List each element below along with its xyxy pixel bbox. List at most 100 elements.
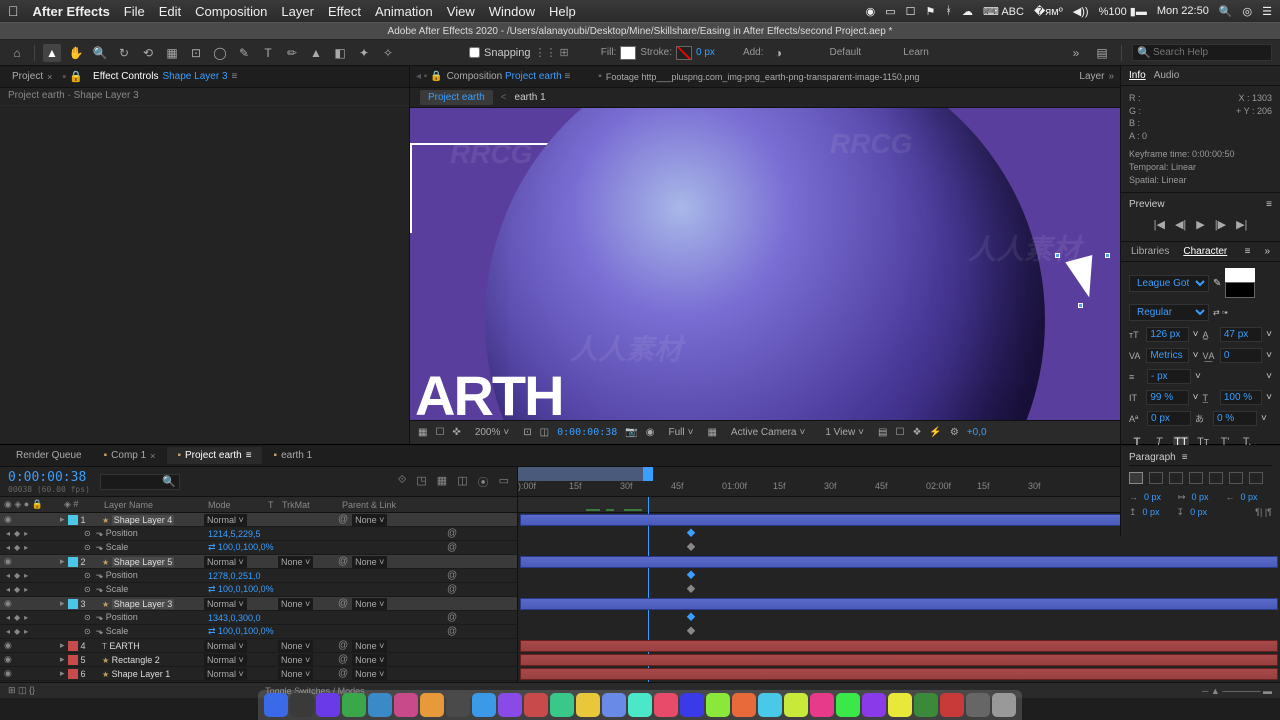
fill-swatch[interactable] bbox=[620, 46, 636, 60]
dock-app-icon[interactable] bbox=[264, 693, 288, 717]
rotate-tool-icon[interactable]: ⟲ bbox=[139, 44, 157, 62]
view-opt2-icon[interactable]: ☐ bbox=[895, 427, 904, 438]
align-center-button[interactable] bbox=[1149, 472, 1163, 484]
dock-app-icon[interactable] bbox=[992, 693, 1016, 717]
region-icon[interactable]: ◫ bbox=[540, 427, 549, 438]
dock-app-icon[interactable] bbox=[602, 693, 626, 717]
col-layer-name[interactable]: Layer Name bbox=[100, 500, 204, 510]
dock-app-icon[interactable] bbox=[498, 693, 522, 717]
snapping-toggle[interactable]: Snapping ⋮⋮ ⊞ bbox=[469, 46, 569, 59]
first-line[interactable]: 0 px bbox=[1192, 492, 1220, 503]
eyedropper-icon[interactable]: ✎ bbox=[1213, 278, 1221, 289]
dock-app-icon[interactable] bbox=[784, 693, 808, 717]
arrow-shape-1[interactable] bbox=[1065, 255, 1102, 301]
font-size-input[interactable]: 126 px bbox=[1146, 327, 1188, 342]
zoom-tool-icon[interactable]: 🔍 bbox=[91, 44, 109, 62]
view-opt5-icon[interactable]: ⚙ bbox=[950, 427, 959, 438]
tl-comp-icon[interactable]: ◳ bbox=[416, 474, 426, 490]
dock-app-icon[interactable] bbox=[550, 693, 574, 717]
layer-duration-bar[interactable] bbox=[520, 640, 1278, 652]
para-dir-icon[interactable]: ¶| |¶ bbox=[1255, 507, 1272, 518]
dock-app-icon[interactable] bbox=[446, 693, 470, 717]
dock-app-icon[interactable] bbox=[862, 693, 886, 717]
menu-view[interactable]: View bbox=[447, 4, 475, 19]
dock-app-icon[interactable] bbox=[290, 693, 314, 717]
status-camera-icon[interactable]: ◉ bbox=[866, 5, 876, 18]
breadcrumb-earth1[interactable]: earth 1 bbox=[515, 92, 546, 103]
preview-first-icon[interactable]: |◀ bbox=[1154, 218, 1165, 231]
workspace-default[interactable]: Default bbox=[830, 47, 862, 58]
layer-row[interactable]: ◉ ▸3 ★ Shape Layer 3 Normal ˅ None ˅ @No… bbox=[0, 597, 517, 611]
clone-tool-icon[interactable]: ▲ bbox=[307, 44, 325, 62]
indent-right[interactable]: 0 px bbox=[1241, 492, 1269, 503]
preview-menu-icon[interactable]: ≡ bbox=[1266, 199, 1272, 210]
font-color-swatch[interactable] bbox=[1225, 268, 1255, 298]
tab-libraries[interactable]: Libraries bbox=[1131, 246, 1169, 257]
tl-mb-icon[interactable]: ⦿ bbox=[478, 474, 489, 490]
status-siri-icon[interactable]: ◎ bbox=[1243, 5, 1253, 18]
dock-app-icon[interactable] bbox=[342, 693, 366, 717]
status-datetime[interactable]: Mon 22:50 bbox=[1157, 5, 1209, 17]
workspace-learn[interactable]: Learn bbox=[903, 47, 929, 58]
col-parent[interactable]: Parent & Link bbox=[338, 500, 418, 510]
preview-play-icon[interactable]: ▶ bbox=[1196, 218, 1204, 231]
dock-app-icon[interactable] bbox=[316, 693, 340, 717]
justify-center-button[interactable] bbox=[1209, 472, 1223, 484]
align-left-button[interactable] bbox=[1129, 472, 1143, 484]
status-screen-icon[interactable]: ▭ bbox=[885, 5, 895, 18]
ruler-icon[interactable]: ✜ bbox=[452, 427, 460, 438]
layer-row[interactable]: ◉ ▸1 ★ Shape Layer 4 Normal ˅ @None ˅ bbox=[0, 513, 517, 527]
dock-app-icon[interactable] bbox=[914, 693, 938, 717]
swap-colors-icon[interactable]: ⇄ ▫▪ bbox=[1213, 308, 1228, 317]
col-mode[interactable]: Mode bbox=[204, 500, 264, 510]
selection-tool-icon[interactable]: ▲ bbox=[43, 44, 61, 62]
layer-row[interactable]: ◉ ▸2 ★ Shape Layer 5 Normal ˅ None ˅ @No… bbox=[0, 555, 517, 569]
menu-help[interactable]: Help bbox=[549, 4, 576, 19]
dock-app-icon[interactable] bbox=[368, 693, 392, 717]
camera-select[interactable]: Active Camera ˅ bbox=[725, 426, 811, 439]
brush-tool-icon[interactable]: ✏ bbox=[283, 44, 301, 62]
view-count-select[interactable]: 1 View ˅ bbox=[819, 426, 870, 439]
macos-dock[interactable] bbox=[258, 690, 1022, 720]
tab-audio[interactable]: Audio bbox=[1154, 70, 1180, 81]
sel-handle[interactable] bbox=[1078, 303, 1083, 308]
view-opt3-icon[interactable]: ❖ bbox=[912, 427, 921, 438]
shape-tool-icon[interactable]: ◯ bbox=[211, 44, 229, 62]
property-row[interactable]: ◂◆▸ ⊙ ⬎ Scale ⇄ 100,0,100,0% @ bbox=[0, 625, 517, 639]
tab-comp1[interactable]: ▪Comp 1× bbox=[94, 447, 166, 464]
camera-tool-icon[interactable]: ▦ bbox=[163, 44, 181, 62]
dock-app-icon[interactable] bbox=[420, 693, 444, 717]
layer-row[interactable]: ◉ ▸6 ★ Shape Layer 1 Normal ˅ None ˅ @No… bbox=[0, 667, 517, 681]
menu-animation[interactable]: Animation bbox=[375, 4, 433, 19]
preview-next-icon[interactable]: |▶ bbox=[1215, 218, 1226, 231]
tab-project[interactable]: Project× bbox=[4, 68, 60, 85]
snapshot-icon[interactable]: 📷 bbox=[625, 427, 637, 438]
dock-app-icon[interactable] bbox=[810, 693, 834, 717]
tab-project-earth[interactable]: ▪Project earth≡ bbox=[167, 447, 261, 464]
pan-behind-tool-icon[interactable]: ⊡ bbox=[187, 44, 205, 62]
property-row[interactable]: ◂◆▸ ⊙ ⬎ Position 1343,0,300,0 @ bbox=[0, 611, 517, 625]
kerning-input[interactable]: Metrics bbox=[1146, 348, 1188, 363]
font-family-select[interactable]: League Gothic bbox=[1129, 275, 1209, 292]
resolution-select[interactable]: Full ˅ bbox=[662, 426, 699, 439]
baseline-input[interactable]: 0 px bbox=[1147, 411, 1191, 426]
current-time[interactable]: 0:00:00:38 bbox=[557, 427, 617, 438]
footage-tab[interactable]: Footage http___pluspng.com_img-png_earth… bbox=[606, 72, 920, 82]
status-input-lang[interactable]: ABC bbox=[1001, 6, 1024, 18]
workspace-menu-icon[interactable]: ▤ bbox=[1093, 44, 1111, 62]
space-after[interactable]: 0 px bbox=[1190, 507, 1218, 518]
dock-app-icon[interactable] bbox=[524, 693, 548, 717]
apple-menu-icon[interactable]:  bbox=[8, 3, 19, 19]
hand-tool-icon[interactable]: ✋ bbox=[67, 44, 85, 62]
tab-character[interactable]: Character bbox=[1183, 246, 1227, 257]
app-name[interactable]: After Effects bbox=[33, 4, 110, 19]
sel-handle[interactable] bbox=[1055, 253, 1060, 258]
justify-all-button[interactable] bbox=[1249, 472, 1263, 484]
dock-app-icon[interactable] bbox=[680, 693, 704, 717]
dock-app-icon[interactable] bbox=[706, 693, 730, 717]
roto-tool-icon[interactable]: ✦ bbox=[355, 44, 373, 62]
menu-file[interactable]: File bbox=[124, 4, 145, 19]
tab-render-queue[interactable]: Render Queue bbox=[6, 447, 92, 464]
dock-app-icon[interactable] bbox=[836, 693, 860, 717]
layer-duration-bar[interactable] bbox=[520, 654, 1278, 666]
